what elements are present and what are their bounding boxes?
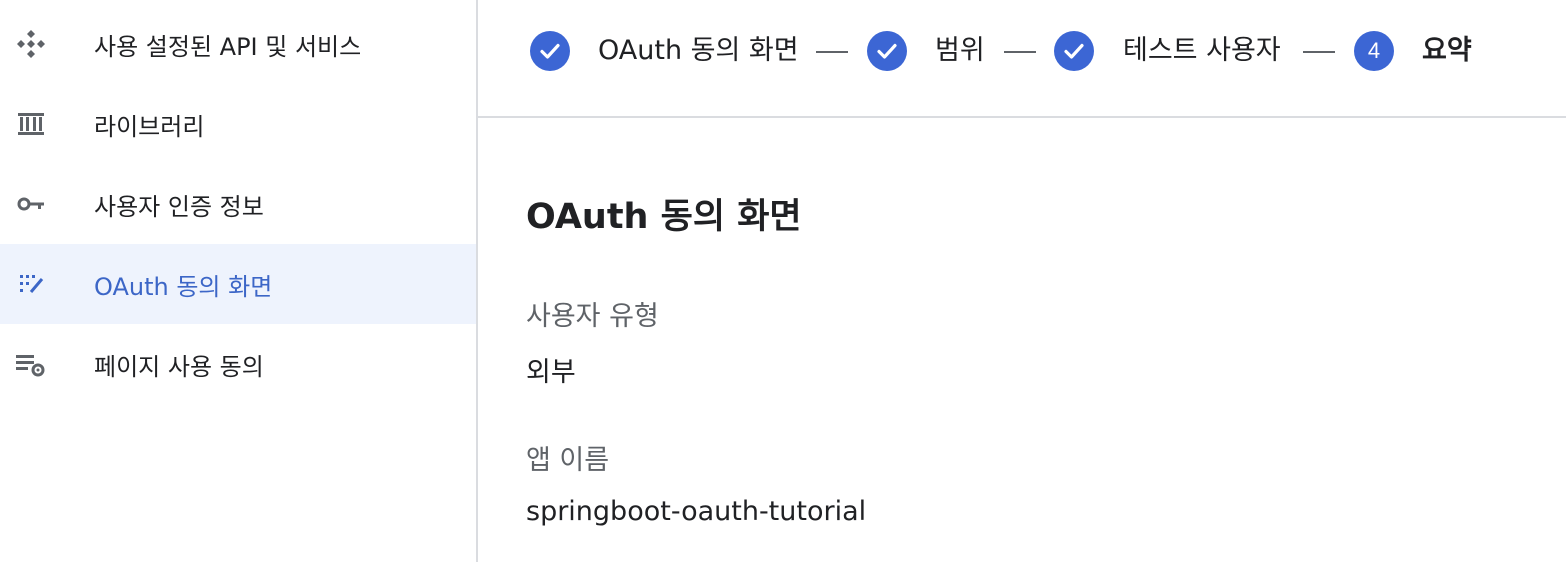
step-connector <box>816 51 848 53</box>
user-type-label: 사용자 유형 <box>526 301 659 332</box>
sidebar-item-label: 사용자 인증 정보 <box>94 192 264 221</box>
main-content: OAuth 동의 화면 범위 테스트 사용자 4 요약 OAuth 동의 화면 … <box>478 0 1566 562</box>
step-label-summary[interactable]: 요약 <box>1422 32 1472 70</box>
key-icon <box>14 187 48 221</box>
step-label-test-users[interactable]: 테스트 사용자 <box>1123 32 1281 70</box>
sidebar-item-label: 페이지 사용 동의 <box>94 352 264 381</box>
sidebar-item-credentials[interactable]: 사용자 인증 정보 <box>0 164 476 244</box>
sidebar-item-label: 사용 설정된 API 및 서비스 <box>94 32 362 61</box>
user-type-value: 외부 <box>526 357 576 388</box>
sidebar: 사용 설정된 API 및 서비스 라이브러리 사용자 인증 정보 OAuth 동… <box>0 0 478 562</box>
step-complete-check-icon[interactable] <box>867 31 907 71</box>
step-connector <box>1303 51 1335 53</box>
step-complete-check-icon[interactable] <box>530 31 570 71</box>
app-name-label: 앱 이름 <box>526 445 610 476</box>
step-label-oauth[interactable]: OAuth 동의 화면 <box>598 32 799 70</box>
sidebar-item-enabled-apis[interactable]: 사용 설정된 API 및 서비스 <box>0 4 476 84</box>
app-window: 사용 설정된 API 및 서비스 라이브러리 사용자 인증 정보 OAuth 동… <box>0 0 1566 562</box>
page-title: OAuth 동의 화면 <box>526 197 802 237</box>
sidebar-item-label: 라이브러리 <box>94 112 205 141</box>
sidebar-item-oauth-consent[interactable]: OAuth 동의 화면 <box>0 244 476 324</box>
sidebar-item-page-usage[interactable]: 페이지 사용 동의 <box>0 324 476 404</box>
library-icon <box>14 107 48 141</box>
step-connector <box>1004 51 1036 53</box>
page-settings-icon <box>14 347 48 381</box>
step-label-scopes[interactable]: 범위 <box>935 32 985 70</box>
sidebar-item-library[interactable]: 라이브러리 <box>0 84 476 164</box>
consent-screen-icon <box>14 267 48 301</box>
app-name-value: springboot-oauth-tutorial <box>526 496 867 527</box>
stepper: OAuth 동의 화면 범위 테스트 사용자 4 요약 <box>478 0 1566 118</box>
api-services-icon <box>14 27 48 61</box>
step-complete-check-icon[interactable] <box>1054 31 1094 71</box>
step-number-badge[interactable]: 4 <box>1354 31 1394 71</box>
sidebar-item-label: OAuth 동의 화면 <box>94 272 273 301</box>
